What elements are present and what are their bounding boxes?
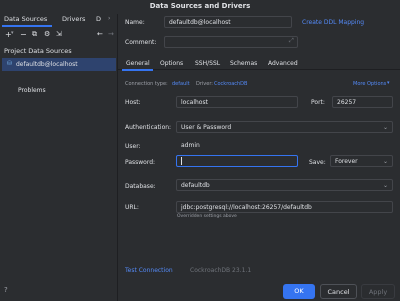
chevron-down-icon: ⌄ (382, 158, 388, 165)
chevron-down-icon: ⌄ (382, 124, 388, 131)
name-field[interactable]: defaultdb@localhost (164, 16, 292, 28)
save-select[interactable]: Forever ⌄ (330, 155, 393, 167)
database-value: defaultdb (181, 182, 210, 189)
connection-type-label: Connection type: (125, 81, 168, 87)
remove-icon[interactable]: − (20, 30, 27, 39)
password-field[interactable] (176, 155, 298, 167)
create-ddl-mapping-link[interactable]: Create DDL Mapping (302, 19, 364, 26)
tab-options[interactable]: Options (160, 60, 183, 67)
text-cursor (181, 157, 182, 165)
window-title: Data Sources and Drivers (149, 2, 251, 10)
duplicate-icon[interactable]: ⧉ (32, 30, 37, 39)
tab-data-sources-underline (2, 25, 52, 27)
chevron-down-icon[interactable]: ▾ (387, 80, 390, 86)
authentication-label: Authentication: (125, 124, 172, 131)
tab-ssh-ssl[interactable]: SSH/SSL (195, 60, 220, 67)
comment-label: Comment: (125, 39, 157, 46)
comment-field[interactable] (164, 36, 298, 48)
problems-item[interactable]: Problems (18, 87, 46, 94)
host-field[interactable]: localhost (176, 96, 298, 108)
tab-general[interactable]: General (126, 60, 150, 67)
settings-icon[interactable]: ⚙ (44, 30, 50, 38)
expand-icon[interactable]: ⤢ (289, 37, 294, 45)
more-tabs-icon[interactable]: › (108, 15, 110, 22)
url-label: URL: (125, 204, 139, 211)
user-label: User: (125, 143, 141, 150)
more-options-link[interactable]: More Options (353, 81, 386, 87)
apply-button[interactable]: Apply (361, 284, 395, 299)
forward-icon[interactable]: → (108, 30, 114, 38)
import-icon[interactable]: ⇲ (56, 30, 62, 38)
tab-schemas[interactable]: Schemas (230, 60, 257, 67)
save-label: Save: (309, 159, 326, 166)
port-field[interactable]: 26257 (332, 96, 393, 108)
driver-link[interactable]: CockroachDB (214, 81, 247, 87)
database-icon: ⛁ (7, 60, 13, 67)
driver-version: CockroachDB 23.1.1 (190, 267, 252, 274)
connection-type-value[interactable]: default (172, 81, 190, 87)
database-label: Database: (125, 183, 156, 190)
save-value: Forever (335, 158, 358, 165)
tab-general-underline (122, 69, 153, 71)
help-icon[interactable]: ? (4, 286, 8, 294)
url-field[interactable]: jdbc:postgresql://localhost:26257/defaul… (176, 201, 393, 213)
database-select[interactable]: defaultdb ⌄ (176, 179, 393, 191)
driver-label: Driver: (196, 81, 213, 87)
back-icon[interactable]: ← (97, 30, 103, 38)
authentication-select[interactable]: User & Password ⌄ (176, 121, 393, 133)
user-field[interactable]: admin (176, 139, 298, 151)
datasource-item-label: defaultdb@localhost (16, 61, 78, 68)
tab-advanced[interactable]: Advanced (268, 60, 298, 67)
password-label: Password: (125, 159, 156, 166)
name-label: Name: (125, 19, 145, 26)
add-dropdown-icon[interactable]: ▾ (11, 30, 14, 36)
tab-ddl[interactable]: D (96, 15, 101, 23)
section-title: Project Data Sources (4, 47, 72, 55)
tab-data-sources[interactable]: Data Sources (4, 15, 47, 23)
test-connection-link[interactable]: Test Connection (125, 267, 173, 274)
cancel-button[interactable]: Cancel (320, 284, 357, 299)
url-hint: Overridden settings above (177, 214, 237, 219)
host-label: Host: (125, 99, 141, 106)
tab-drivers[interactable]: Drivers (62, 15, 85, 23)
port-label: Port: (311, 99, 325, 106)
chevron-down-icon: ⌄ (382, 182, 388, 189)
authentication-value: User & Password (181, 124, 232, 131)
ok-button[interactable]: OK (283, 284, 315, 299)
